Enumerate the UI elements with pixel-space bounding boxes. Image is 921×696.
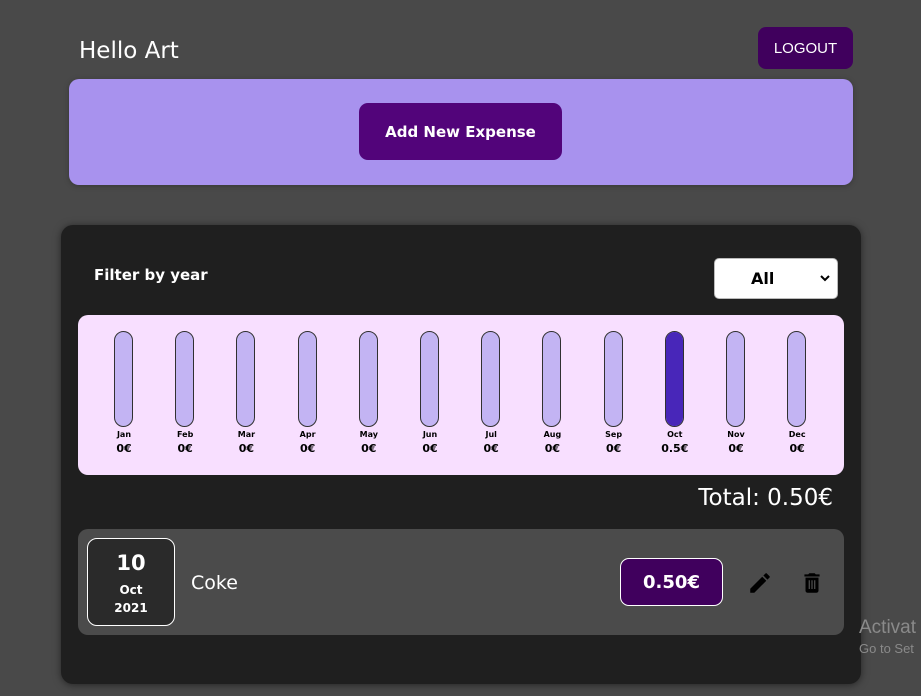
bar-month-label: Sep [605, 430, 623, 439]
bar-track [542, 331, 562, 427]
bar-track [481, 331, 501, 427]
expense-title: Coke [191, 572, 238, 594]
total-amount: Total: 0.50€ [698, 485, 833, 511]
bar-month-label: Jun [422, 430, 438, 439]
bar-value-label: 0€ [483, 442, 499, 455]
bar-track [664, 331, 684, 427]
filter-label: Filter by year [94, 266, 208, 284]
watermark-line1: Activat [859, 617, 917, 638]
trash-icon[interactable] [798, 569, 826, 597]
bar-track [236, 331, 256, 427]
pencil-icon[interactable] [746, 569, 774, 597]
bar-month-label: Jul [485, 430, 497, 439]
chevron-down-icon [820, 275, 830, 282]
expense-amount: 0.50€ [620, 558, 723, 606]
bar-value-label: 0€ [728, 442, 744, 455]
bar-track [114, 331, 133, 427]
greeting-title: Hello Art [79, 38, 179, 64]
bar-month-label: Feb [177, 430, 194, 439]
bar-value-label: 0€ [789, 442, 805, 455]
activation-watermark: Activat Go to Set [859, 617, 916, 656]
bar-month-label: Jan [116, 430, 132, 439]
bar-month-label: Nov [727, 430, 745, 439]
logout-button[interactable]: LOGOUT [758, 27, 853, 69]
add-expense-panel: Add New Expense [69, 79, 853, 185]
bar-month-label: May [359, 430, 378, 439]
expense-date-day: 10 [116, 551, 146, 575]
bar-track [603, 331, 623, 427]
bar-value-label: 0.5€ [661, 442, 689, 455]
bar-value-label: 0€ [238, 442, 255, 455]
bar-value-label: 0€ [177, 442, 193, 455]
bar-month-label: Mar [237, 430, 256, 439]
bar-month-label: Aug [543, 430, 562, 439]
bar-value-label: 0€ [422, 442, 438, 455]
year-filter-value: All [751, 269, 775, 288]
bar-month-label: Apr [299, 430, 316, 439]
expense-date-year: 2021 [114, 601, 148, 615]
bar-track [787, 331, 807, 427]
bar-value-label: 0€ [299, 442, 316, 455]
add-new-expense-button[interactable]: Add New Expense [359, 103, 562, 160]
bar-month-label: Dec [788, 430, 806, 439]
bar-track [175, 331, 195, 427]
bar-track [297, 331, 317, 427]
bar-value-label: 0€ [361, 442, 377, 455]
expenses-panel: Filter by year All Jan 0€ Feb 0€ Mar 0€ Apr 0€ M… [61, 225, 861, 684]
bar-track [726, 331, 745, 427]
monthly-expense-chart: Jan 0€ Feb 0€ Mar 0€ Apr 0€ May 0€ Jun 0€ Jul 0€ Aug 0€… [78, 315, 844, 475]
bar-track [420, 331, 439, 427]
bar-value-label: 0€ [605, 442, 622, 455]
bar-value-label: 0€ [116, 442, 132, 455]
bar-month-label: Oct [667, 430, 683, 439]
bar-value-label: 0€ [544, 442, 561, 455]
bar-fill [665, 332, 683, 426]
year-filter-select[interactable]: All [714, 258, 838, 299]
watermark-line2: Go to Set [859, 641, 914, 656]
expense-date: 10 Oct 2021 [87, 538, 175, 626]
bar-track [358, 331, 378, 427]
expense-item: 10 Oct 2021 Coke 0.50€ [78, 529, 844, 635]
expense-date-month: Oct [119, 583, 143, 597]
